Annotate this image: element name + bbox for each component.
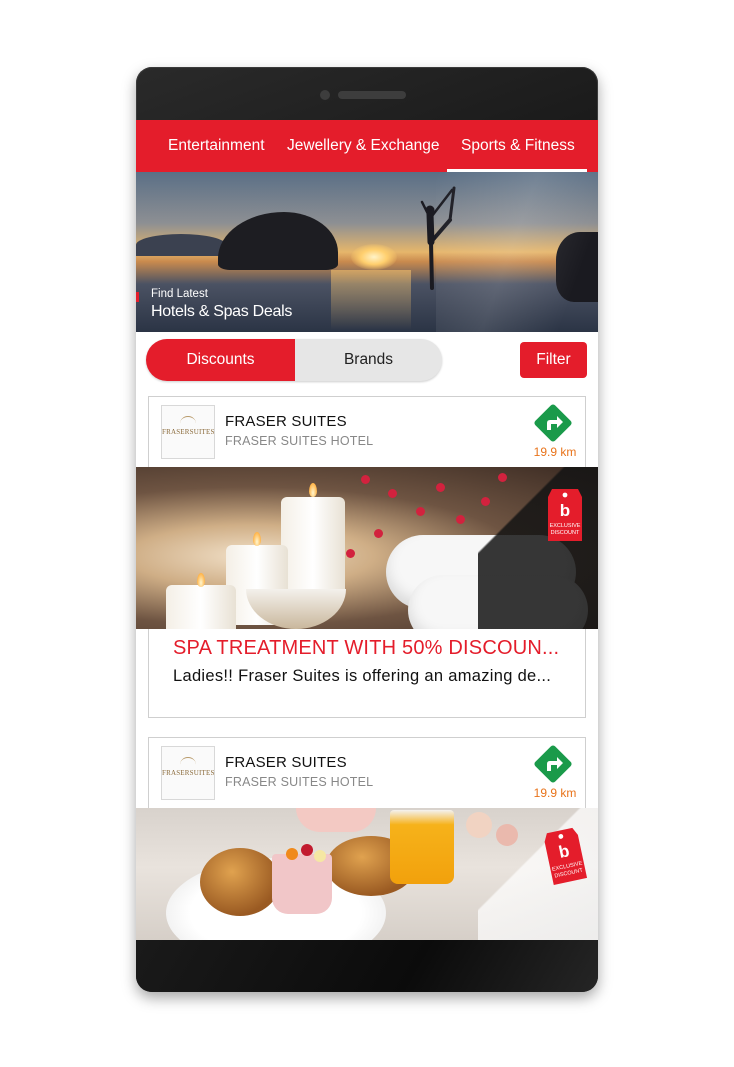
brand-logo-text: FRASERSUITES [162, 769, 215, 777]
banner-accent-marker [136, 292, 139, 302]
phone-bottom-bezel [136, 940, 598, 992]
hotel-name: FRASER SUITES HOTEL [225, 775, 374, 789]
speaker-grille [338, 91, 406, 99]
pink-bowl [296, 808, 376, 832]
segment-brands[interactable]: Brands [295, 339, 442, 381]
blossom [361, 475, 370, 484]
exclusive-discount-tag-icon: b EXCLUSIVE DISCOUNT [548, 489, 582, 541]
tab-jewellery-exchange[interactable]: Jewellery & Exchange [287, 120, 440, 172]
blossom [346, 549, 355, 558]
candle [166, 585, 236, 629]
candle-flame [309, 483, 317, 497]
blossom [388, 489, 397, 498]
brand-logo-text: FRASERSUITES [162, 428, 215, 436]
deal-card[interactable]: FRASERSUITES FRASER SUITES FRASER SUITES… [136, 396, 598, 718]
banner-caption-small: Find Latest [151, 288, 208, 300]
fruit [301, 844, 313, 856]
fruit [314, 850, 326, 862]
banner-sun [351, 244, 397, 270]
distance-label: 19.9 km [533, 786, 577, 800]
fruit-cup [272, 854, 332, 914]
segment-discounts[interactable]: Discounts [146, 339, 295, 381]
banner-rock [218, 212, 338, 270]
deal-title[interactable]: SPA TREATMENT WITH 50% DISCOUN... [173, 637, 559, 660]
discounts-brands-toggle: Discounts Brands [146, 339, 442, 381]
turn-right-arrow-icon[interactable] [533, 744, 573, 784]
banner-glass-overlay [436, 172, 598, 332]
brand-logo: FRASERSUITES [161, 405, 215, 459]
deal-description: Ladies!! Fraser Suites is offering an am… [173, 667, 552, 685]
brand-name: FRASER SUITES [225, 754, 347, 771]
banner-caption-title: Hotels & Spas Deals [151, 303, 293, 320]
svg-text:b: b [560, 501, 570, 520]
turn-right-arrow-icon[interactable] [533, 403, 573, 443]
candle-flame [197, 573, 205, 587]
orange-juice-glass [390, 810, 454, 884]
hero-banner[interactable]: Find Latest Hotels & Spas Deals [136, 172, 598, 332]
deal-card[interactable]: FRASERSUITES FRASER SUITES FRASER SUITES… [136, 737, 598, 940]
deal-image-spa[interactable]: b EXCLUSIVE DISCOUNT [136, 467, 598, 629]
blossom [416, 507, 425, 516]
category-tab-bar: Entertainment Jewellery & Exchange Sport… [136, 120, 598, 172]
candle [281, 497, 345, 597]
banner-distant-hills [136, 234, 226, 256]
brand-name: FRASER SUITES [225, 413, 347, 430]
app-screen: Entertainment Jewellery & Exchange Sport… [136, 120, 598, 940]
blossom [374, 529, 383, 538]
phone-frame: Entertainment Jewellery & Exchange Sport… [136, 67, 598, 992]
tab-sports-fitness[interactable]: Sports & Fitness [447, 120, 587, 172]
fruit [286, 848, 298, 860]
blossom [456, 515, 465, 524]
banner-water-reflection [331, 270, 411, 330]
tab-entertainment[interactable]: Entertainment [168, 120, 265, 172]
brand-logo: FRASERSUITES [161, 746, 215, 800]
camera-dot [320, 90, 330, 100]
tag-text-line1: EXCLUSIVE [550, 523, 581, 529]
filter-button[interactable]: Filter [520, 342, 587, 378]
croissant [200, 848, 280, 916]
tag-text-line2: DISCOUNT [551, 530, 580, 536]
deal-image-breakfast[interactable]: b EXCLUSIVE DISCOUNT [136, 808, 598, 940]
candle-flame [253, 532, 261, 546]
hotel-name: FRASER SUITES HOTEL [225, 434, 374, 448]
blossom [436, 483, 445, 492]
distance-label: 19.9 km [533, 445, 577, 459]
